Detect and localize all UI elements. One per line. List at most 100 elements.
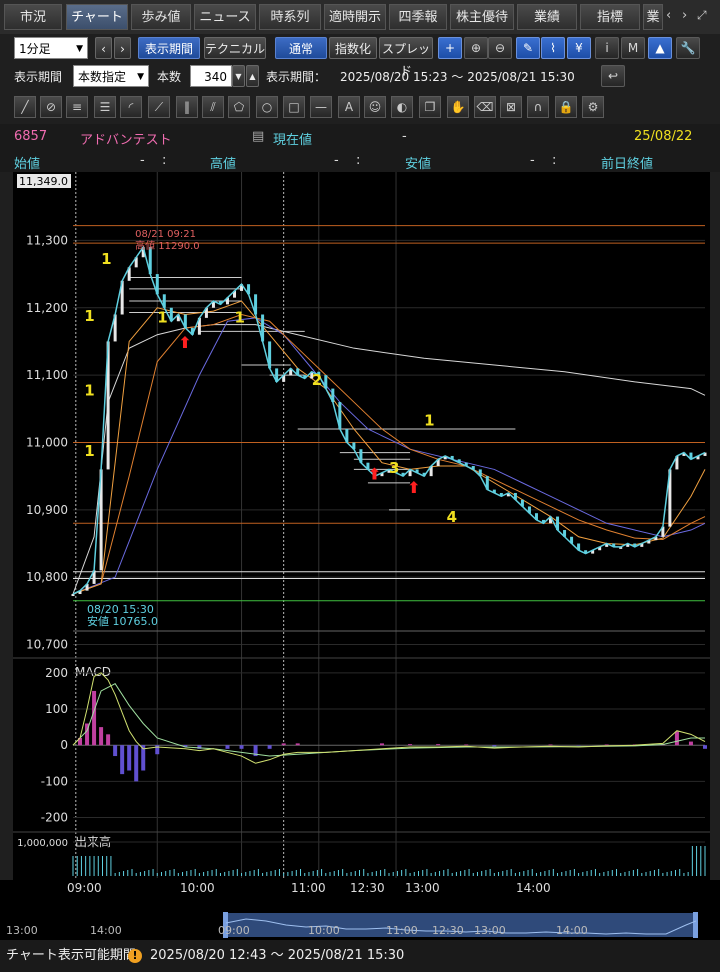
scroller-tick: 14:00 [90,924,122,937]
display-period-button[interactable]: 表示期間 [138,37,200,59]
tab-chart[interactable]: チャート [66,4,128,30]
crosshair-icon[interactable]: + [438,37,462,59]
ma-mid-line [72,313,706,595]
next-button[interactable]: › [114,37,131,59]
tab-disclosure[interactable]: 適時開示 [324,4,386,30]
x-tick: 13:00 [405,881,440,895]
pen-icon[interactable]: ✎ [516,37,540,59]
zoom-out-icon[interactable]: ⊖ [488,37,512,59]
zoom-in-icon[interactable]: ⊕ [464,37,488,59]
period-mode-select[interactable]: 本数指定 ▼ [73,65,149,87]
indexed-button[interactable]: 指数化 [329,37,377,59]
tab-shikiho[interactable]: 四季報 [389,4,447,30]
magnet-tool-icon[interactable]: ∩ [527,96,549,118]
open-value: - [140,153,145,168]
yen-icon[interactable]: ¥ [567,37,591,59]
wave-icon[interactable]: ⌇ [541,37,565,59]
available-period-label: チャート表示可能期間 [6,948,136,963]
tab-yutai[interactable]: 株主優待 [450,4,514,30]
macd-histogram-bar [106,734,111,746]
wave-label: 1 [101,250,111,268]
footer-bar: チャート表示可能期間 ! 2025/08/20 12:43 ～ 2025/08/… [0,940,720,972]
expand-icon[interactable]: ⤢ [697,8,707,23]
count-input[interactable]: 340 [190,65,232,87]
y-tick-label: 11,100 [26,368,68,382]
macd-histogram-bar [408,744,413,746]
y-tick-label: 10,800 [26,570,68,584]
hlines-tool-icon[interactable]: ≡ [66,96,88,118]
warning-icon[interactable]: ! [128,949,142,963]
tab-timeseries[interactable]: 時系列 [259,4,321,30]
wave-label: 1 [84,307,94,325]
undo-icon[interactable]: ↩ [601,65,625,87]
normal-button[interactable]: 通常 [275,37,327,59]
interval-select[interactable]: 1分足 ▼ [14,37,88,59]
macd-histogram-bar [703,745,707,749]
tab-next-icon[interactable]: › [682,8,687,23]
technical-button[interactable]: テクニカル [204,37,266,59]
circle-tool-icon[interactable]: ○ [256,96,278,118]
wave-label: 2 [312,371,322,389]
wrench-icon[interactable]: 🔧 [676,37,700,59]
prev-button[interactable]: ‹ [95,37,112,59]
stamp-tool-icon[interactable]: ☺ [364,96,386,118]
quote-date: 25/08/22 [634,129,693,144]
lock-tool-icon[interactable]: 🔒 [555,96,577,118]
open-time: : [162,153,167,168]
x-axis-strip: 09:00 10:00 11:00 12:30 13:00 14:00 [0,880,720,912]
pentagon-tool-icon[interactable]: ⬠ [228,96,250,118]
scroller-tick: 11:00 [386,924,418,937]
eraser-all-tool-icon[interactable]: ⊠ [500,96,522,118]
macd-histogram-bar [548,744,553,746]
eraser-tool-icon[interactable]: ⌫ [474,96,496,118]
high-annotation-value: 高値 11290.0 [135,239,200,252]
current-price-label: 現在値 [273,133,313,148]
copy-tool-icon[interactable]: ❐ [419,96,441,118]
trendline-tool-icon[interactable]: ╱ [14,96,36,118]
x-tick: 10:00 [180,881,215,895]
tab-indicators[interactable]: 指標 [580,4,640,30]
top-value-label: 11,349.0 [19,175,68,188]
macd-tick-label: 100 [45,702,68,716]
fibonacci-tool-icon[interactable]: ☰ [94,96,116,118]
ruler-tool-icon[interactable]: ⊘ [40,96,62,118]
macd-histogram-bar [436,744,441,746]
arc-tool-icon[interactable]: ◜ [120,96,142,118]
wave-label: 1 [84,381,94,399]
time-scroller[interactable]: 13:00 14:00 09:00 10:00 11:00 12:30 13:0… [0,912,720,940]
vlines-tool-icon[interactable]: ‖ [176,96,198,118]
y-tick-label: 11,200 [26,301,68,315]
wave-label: 1 [84,442,94,460]
scroller-tick: 10:00 [308,924,340,937]
text-tool-icon[interactable]: A [338,96,360,118]
area-chart-icon[interactable]: ▲ [648,37,672,59]
count-down-icon[interactable]: ▼ [232,65,245,87]
volume-tick-label: 1,000,000 [17,838,68,849]
hline-tool-icon[interactable]: — [310,96,332,118]
hand-tool-icon[interactable]: ✋ [447,96,469,118]
tab-news[interactable]: ニュース [194,4,256,30]
tab-more[interactable]: 業 [643,4,663,30]
tab-earnings[interactable]: 業績 [517,4,577,30]
prev-close-label: 前日終値 [601,157,654,172]
rectangle-tool-icon[interactable]: □ [283,96,305,118]
low-value: - [530,153,535,168]
macd-histogram-bar [113,745,118,757]
my-chart-icon[interactable]: M [621,37,645,59]
settings-tool-icon[interactable]: ⚙ [582,96,604,118]
brush-tool-icon[interactable]: ◐ [391,96,413,118]
spread-button[interactable]: スプレッド [379,37,433,78]
price-chart[interactable]: 11,300 11,200 11,100 11,000 10,900 10,800 10,7… [13,172,710,880]
wave-label: 3 [389,459,399,477]
wave-label: 1 [157,309,167,327]
y-tick-label: 11,000 [26,435,68,449]
tab-ticks[interactable]: 歩み値 [131,4,191,30]
tab-prev-icon[interactable]: ‹ [666,8,671,23]
gann-tool-icon[interactable]: ⫽ [202,96,224,118]
chart-area[interactable]: 11,300 11,200 11,100 11,000 10,900 10,800 10,7… [13,172,710,880]
info-icon[interactable]: i [595,37,619,59]
fan-tool-icon[interactable]: ⟋ [148,96,170,118]
tab-market[interactable]: 市況 [4,4,62,30]
wave-label: 1 [235,309,245,327]
count-up-icon[interactable]: ▲ [246,65,259,87]
